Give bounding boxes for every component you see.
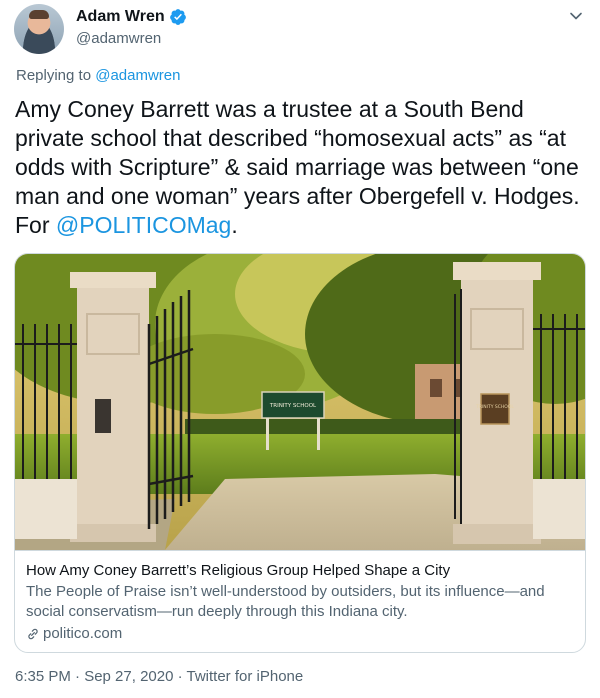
link-card[interactable]: TRINITY SCHOOL TRINITY SCHOOL How Amy Co… [14,253,586,653]
tweet-text: Amy Coney Barrett was a trustee at a Sou… [15,95,587,240]
author-name-row[interactable]: Adam Wren [76,8,187,26]
card-description: The People of Praise isn’t well-understo… [26,583,545,620]
card-domain-text: politico.com [43,625,123,642]
card-image[interactable]: TRINITY SCHOOL TRINITY SCHOOL [15,254,585,550]
author-name[interactable]: Adam Wren [76,8,165,26]
card-body[interactable]: How Amy Coney Barrett’s Religious Group … [15,550,585,652]
mention-link[interactable]: @POLITICOMag [56,212,231,238]
reply-target-link[interactable]: @adamwren [95,67,180,84]
tweet-header: Adam Wren @adamwren [14,4,586,56]
card-domain: politico.com [26,624,574,644]
sign-text-right: TRINITY SCHOOL [475,404,514,410]
avatar[interactable] [14,4,64,54]
verified-badge-icon [169,9,186,25]
author-handle[interactable]: @adamwren [76,30,161,47]
replying-to: Replying to @adamwren [16,67,180,84]
tweet-end: . [231,212,238,238]
chevron-down-icon[interactable] [568,8,584,24]
tweet-metadata[interactable]: 6:35 PM · Sep 27, 2020 · Twitter for iPh… [15,668,303,685]
link-icon [28,628,38,640]
card-title[interactable]: How Amy Coney Barrett’s Religious Group … [26,561,574,581]
replying-prefix: Replying to [16,67,96,84]
sign-text-left: TRINITY SCHOOL [269,403,317,409]
